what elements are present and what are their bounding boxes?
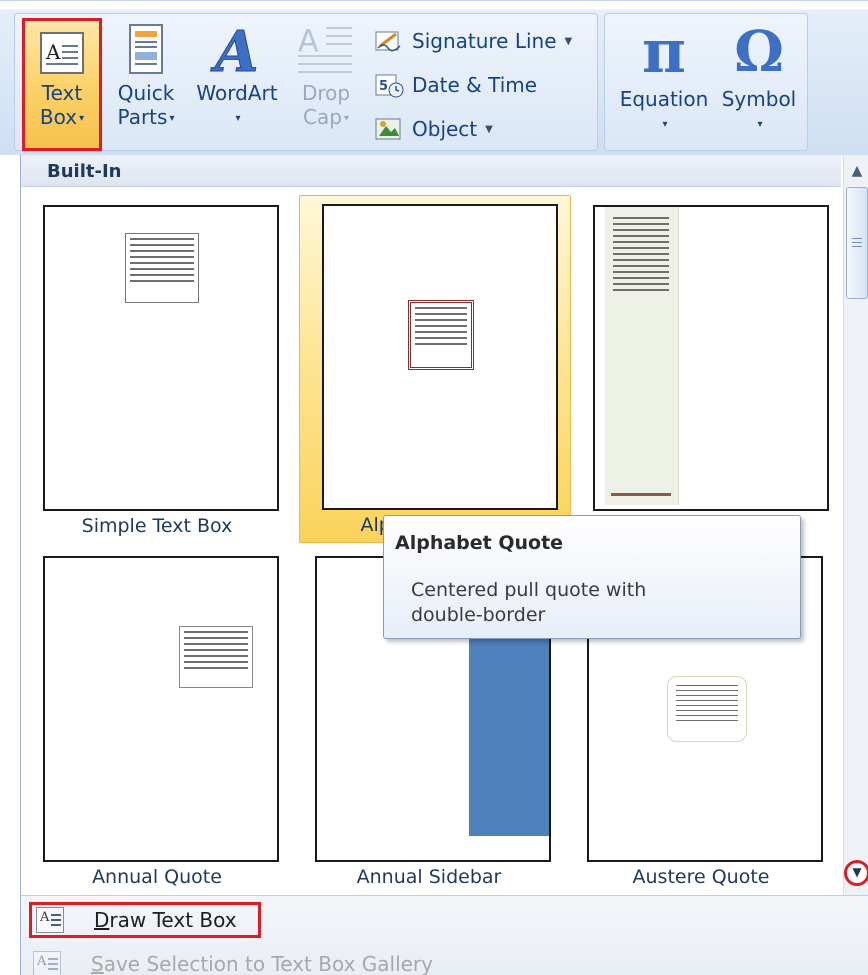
gallery-scrollbar[interactable]: ▲ ▼ <box>843 155 868 895</box>
drop-cap-button[interactable]: A Drop Cap ▾ <box>294 21 358 131</box>
gallery-footer-menu: A Draw Text Box A Save Selection to Text… <box>20 895 868 975</box>
save-selection-label: Save Selection to Text Box Gallery <box>91 952 433 975</box>
quick-parts-label-1: Quick <box>117 81 175 105</box>
label-rest: raw Text Box <box>109 908 237 932</box>
tooltip: Alphabet Quote Centered pull quote with … <box>383 515 801 639</box>
quick-parts-icon <box>129 24 163 74</box>
section-header: Built-In <box>21 155 841 187</box>
draw-text-box-menu-item[interactable]: A Draw Text Box <box>29 902 261 938</box>
wordart-button[interactable]: A WordArt ▾ <box>192 21 282 131</box>
text-box-gallery: Built-In Simple Text Box Alphabet Quote <box>20 155 868 895</box>
gallery-item-annual-quote[interactable]: Annual Quote <box>21 548 293 896</box>
equation-icon: π <box>642 17 686 87</box>
chevron-down-icon: ▼ <box>485 123 493 135</box>
tooltip-description: Centered pull quote with double-border <box>411 579 647 626</box>
chevron-down-icon: ▼ <box>564 35 573 47</box>
scroll-thumb[interactable] <box>846 187 868 299</box>
gallery-item-alphabet-sidebar[interactable]: Alphabet Sidebar <box>571 197 843 545</box>
chevron-down-icon: ▾ <box>79 112 85 124</box>
date-time-label: Date & Time <box>412 73 538 97</box>
signature-line-icon <box>375 31 401 52</box>
symbol-button[interactable]: Ω Symbol ▾ <box>718 21 800 137</box>
page-preview <box>43 556 279 862</box>
equation-label: Equation <box>619 87 709 111</box>
scroll-up-icon[interactable]: ▲ <box>846 159 868 183</box>
object-icon <box>375 118 401 140</box>
signature-line-button[interactable]: Signature Line ▼ <box>374 24 572 58</box>
object-button[interactable]: Object ▼ <box>374 112 493 146</box>
wordart-label: WordArt <box>196 81 278 105</box>
ribbon-insert-tab: A Text Box ▾ Quick Parts ▾ A WordArt ▾ A… <box>0 0 868 155</box>
object-label: Object <box>412 117 478 141</box>
svg-text:5: 5 <box>379 79 388 94</box>
chevron-down-icon: ▾ <box>235 112 241 124</box>
chevron-down-icon: ▾ <box>343 112 349 124</box>
page-preview <box>593 205 829 511</box>
text-box-preview <box>408 300 474 370</box>
tile-label: Annual Quote <box>92 866 222 888</box>
draw-text-box-icon: A <box>36 907 64 933</box>
scroll-down-icon[interactable]: ▼ <box>844 860 868 886</box>
svg-text:A: A <box>210 21 258 77</box>
page-preview <box>322 204 558 510</box>
page-preview <box>43 205 279 511</box>
save-selection-icon: A <box>33 951 61 975</box>
sidebar-preview <box>605 207 679 505</box>
equation-button[interactable]: π Equation ▾ <box>614 21 714 137</box>
wordart-icon: A <box>210 21 259 77</box>
text-box-preview <box>179 626 253 688</box>
tile-label: Annual Sidebar <box>356 866 502 888</box>
text-box-label-1: Text <box>41 81 83 105</box>
quick-parts-label-2: Parts <box>117 105 168 129</box>
quick-parts-button[interactable]: Quick Parts ▾ <box>110 21 182 131</box>
accelerator-key: D <box>94 908 110 932</box>
chevron-down-icon: ▾ <box>169 112 175 124</box>
svg-text:A: A <box>298 24 319 59</box>
draw-text-box-label: Draw Text Box <box>94 908 237 932</box>
gallery-item-alphabet-quote[interactable]: Alphabet Quote <box>299 195 571 543</box>
drop-cap-label-1: Drop <box>301 81 351 105</box>
text-box-preview <box>125 233 199 303</box>
gallery-item-simple-text-box[interactable]: Simple Text Box <box>21 197 293 545</box>
text-box-preview <box>667 676 747 742</box>
accelerator-key: S <box>91 952 104 975</box>
tooltip-title: Alphabet Quote <box>395 532 564 554</box>
tile-label: Austere Quote <box>632 866 770 888</box>
symbol-icon: Ω <box>734 19 784 85</box>
chevron-down-icon: ▾ <box>662 118 668 130</box>
label-rest: ave Selection to Text Box Gallery <box>103 952 433 975</box>
date-time-button[interactable]: 5 Date & Time <box>374 68 537 102</box>
date-time-icon: 5 <box>375 74 404 98</box>
symbol-label: Symbol <box>721 87 797 111</box>
text-box-label-2: Box <box>39 105 78 129</box>
tile-label: Simple Text Box <box>81 515 233 537</box>
drop-cap-icon: A <box>298 24 352 73</box>
signature-line-label: Signature Line <box>412 29 557 53</box>
svg-text:A: A <box>45 40 61 64</box>
chevron-down-icon: ▾ <box>757 118 763 130</box>
text-box-icon: A <box>40 32 84 74</box>
text-box-button[interactable]: A Text Box ▾ <box>22 18 102 151</box>
save-selection-menu-item[interactable]: A Save Selection to Text Box Gallery <box>29 946 433 975</box>
drop-cap-label-2: Cap <box>303 105 342 129</box>
